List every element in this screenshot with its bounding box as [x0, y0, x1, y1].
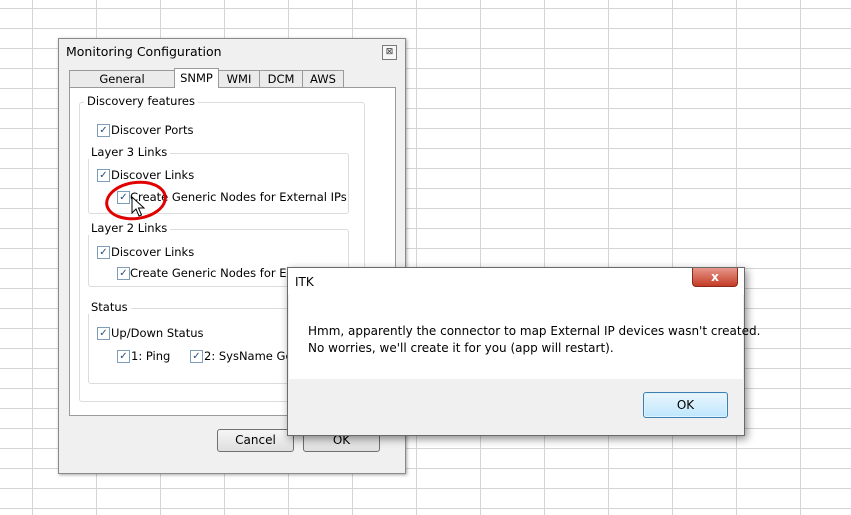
layer3-links-label: Layer 3 Links [88, 145, 171, 159]
updown-status-checkbox[interactable]: ✓ [97, 327, 110, 340]
tab-aws[interactable]: AWS [302, 70, 344, 87]
discovery-features-label: Discovery features [84, 94, 198, 108]
dialog-message-line2: No worries, we'll create it for you (app… [308, 341, 614, 355]
itk-message-dialog: ITK x Hmm, apparently the connector to m… [287, 267, 760, 436]
window-title: Monitoring Configuration [66, 44, 222, 59]
dialog-ok-button[interactable]: OK [643, 392, 728, 418]
tab-wmi[interactable]: WMI [218, 70, 260, 87]
tab-general-parameters[interactable]: General Parameters [69, 70, 175, 102]
layer2-generic-nodes-checkbox[interactable]: ✓ [117, 267, 130, 280]
discover-ports-checkbox[interactable]: ✓ [97, 124, 110, 137]
cancel-button[interactable]: Cancel [217, 429, 294, 452]
layer3-discover-links-checkbox[interactable]: ✓ [97, 169, 110, 182]
discover-ports-label: Discover Ports [111, 123, 194, 137]
layer2-links-label: Layer 2 Links [88, 221, 171, 235]
updown-status-label: Up/Down Status [111, 326, 204, 340]
dialog-titlebar: ITK x [288, 268, 744, 295]
ping-label: 1: Ping [131, 349, 171, 363]
status-label: Status [88, 300, 131, 314]
close-icon[interactable]: x [692, 268, 738, 287]
dialog-message-line1: Hmm, apparently the connector to map Ext… [308, 324, 761, 338]
sysname-label: 2: SysName Ge [204, 349, 293, 363]
tab-snmp[interactable]: SNMP [174, 68, 219, 88]
mouse-cursor-icon [131, 196, 145, 217]
layer2-generic-nodes-label: Create Generic Nodes for Exter [130, 266, 310, 280]
dialog-title: ITK [295, 275, 314, 289]
ping-checkbox[interactable]: ✓ [117, 350, 130, 363]
close-icon[interactable]: ⊠ [382, 45, 397, 60]
dialog-message-area: Hmm, apparently the connector to map Ext… [289, 295, 760, 379]
sysname-checkbox[interactable]: ✓ [190, 350, 203, 363]
layer3-discover-links-label: Discover Links [111, 168, 195, 182]
tab-dcm[interactable]: DCM [259, 70, 303, 87]
layer2-discover-links-checkbox[interactable]: ✓ [97, 246, 110, 259]
layer2-discover-links-label: Discover Links [111, 245, 195, 259]
